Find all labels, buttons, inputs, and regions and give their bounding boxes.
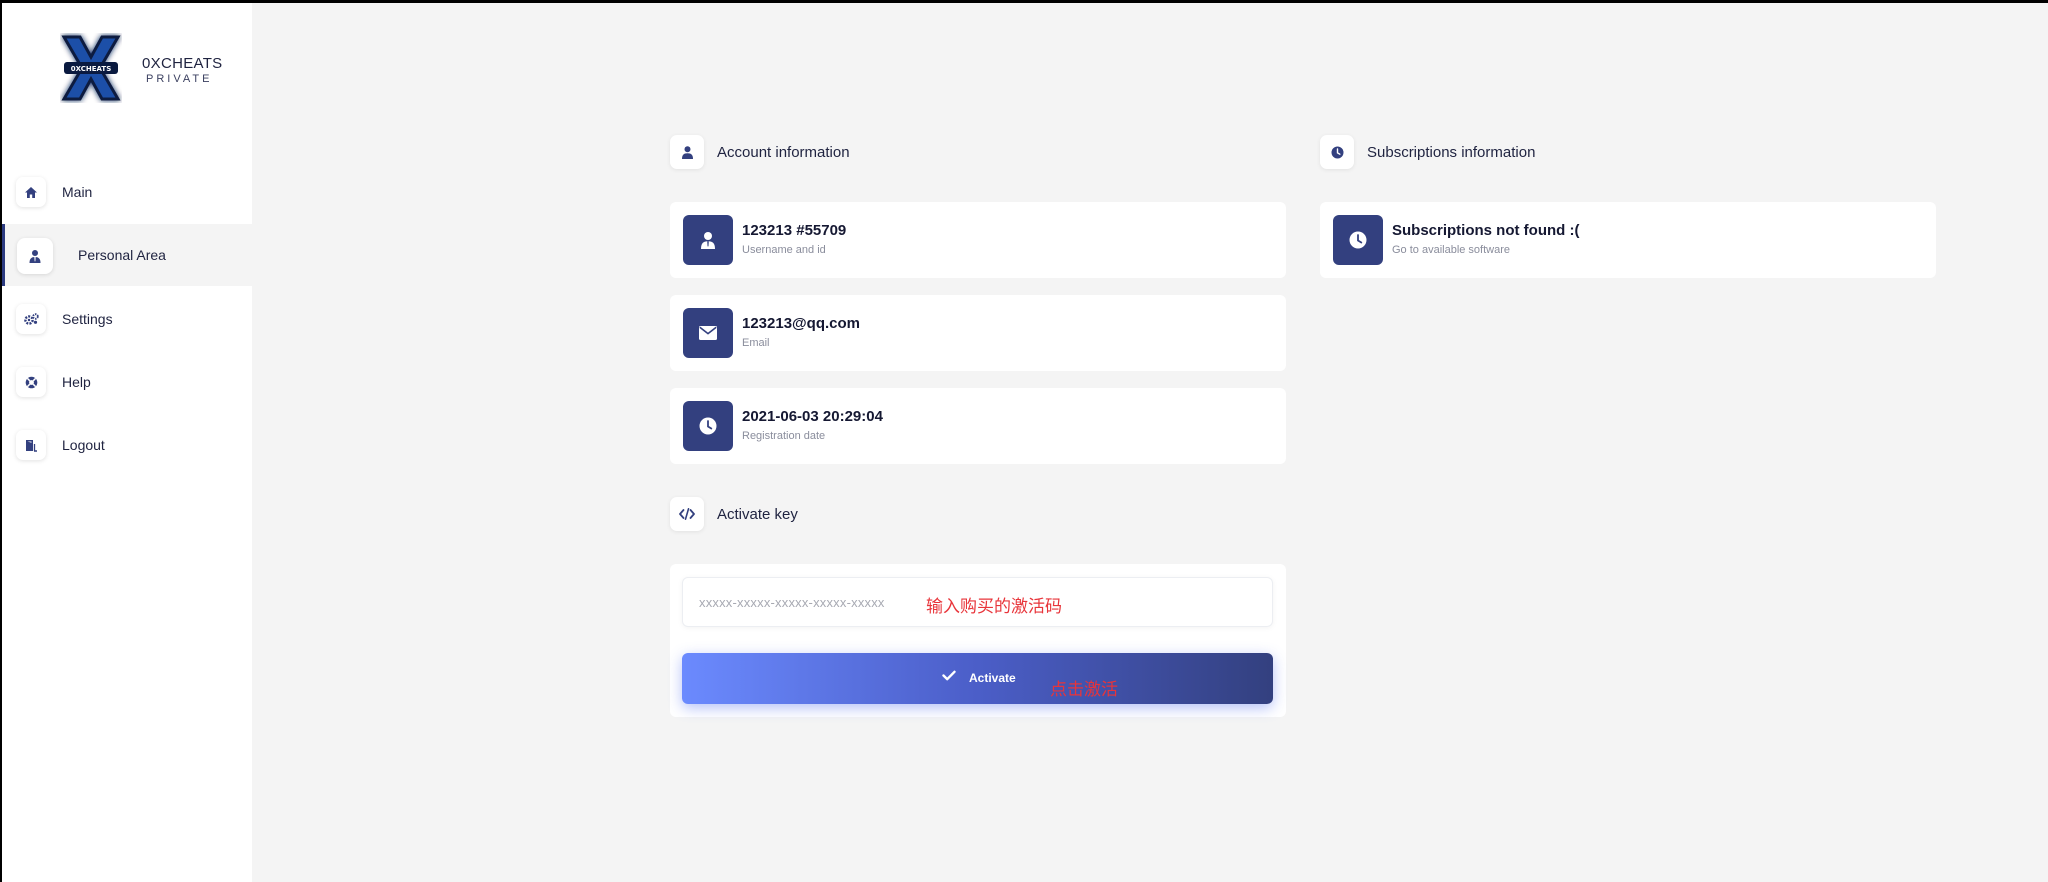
sidebar-item-main[interactable]: Main [2, 161, 252, 223]
sidebar-item-label: Logout [62, 437, 105, 453]
section-title: Account information [717, 144, 850, 161]
clock-icon [1333, 215, 1383, 265]
check-icon [942, 670, 956, 681]
sidebar-item-logout[interactable]: Logout [2, 414, 252, 476]
clock-icon [683, 401, 733, 451]
window-top-border [0, 0, 2048, 3]
sidebar-item-settings[interactable]: Settings [2, 288, 252, 350]
sidebar-item-label: Help [62, 374, 91, 390]
sidebar: 0XCHEATS 0XCHEATS PRIVATE Main Personal … [2, 3, 252, 882]
sidebar-item-personal-area[interactable]: Personal Area [2, 224, 252, 286]
lifebuoy-icon [16, 367, 46, 397]
username-value: 123213 #55709 [742, 222, 847, 239]
sidebar-item-label: Personal Area [78, 247, 166, 263]
sidebar-item-label: Settings [62, 311, 113, 327]
brand-tagline: PRIVATE [146, 73, 213, 85]
account-email-card: 123213@qq.com Email [670, 295, 1286, 371]
home-icon [16, 177, 46, 207]
clock-icon [1320, 135, 1354, 169]
user-tie-icon [17, 238, 53, 274]
code-icon [670, 497, 704, 531]
input-hint-annotation: 输入购买的激活码 [926, 597, 1062, 616]
username-label: Username and id [742, 244, 826, 256]
sidebar-item-label: Main [62, 184, 93, 200]
email-label: Email [742, 337, 770, 349]
registration-date-label: Registration date [742, 430, 826, 442]
section-title: Subscriptions information [1367, 144, 1536, 161]
account-registration-card: 2021-06-03 20:29:04 Registration date [670, 388, 1286, 464]
logo-text: 0XCHEATS [71, 65, 112, 73]
section-title: Activate key [717, 506, 798, 523]
logo: 0XCHEATS [61, 35, 121, 101]
door-exit-icon [16, 430, 46, 460]
go-to-software-link[interactable]: Go to available software [1392, 244, 1510, 256]
subscription-status-card[interactable]: Subscriptions not found :( Go to availab… [1320, 202, 1936, 278]
account-username-card: 123213 #55709 Username and id [670, 202, 1286, 278]
brand-name: 0XCHEATS [142, 55, 223, 72]
button-hint-annotation: 点击激活 [1050, 680, 1118, 699]
email-value: 123213@qq.com [742, 315, 861, 332]
subscription-status-value: Subscriptions not found :( [1392, 222, 1580, 239]
user-icon [670, 135, 704, 169]
envelope-icon [683, 308, 733, 358]
user-tie-icon [683, 215, 733, 265]
activate-button-label: Activate [969, 671, 1016, 685]
activate-button[interactable]: Activate [682, 653, 1273, 704]
registration-date-value: 2021-06-03 20:29:04 [742, 408, 883, 425]
sidebar-item-help[interactable]: Help [2, 351, 252, 413]
gears-icon [16, 304, 46, 334]
